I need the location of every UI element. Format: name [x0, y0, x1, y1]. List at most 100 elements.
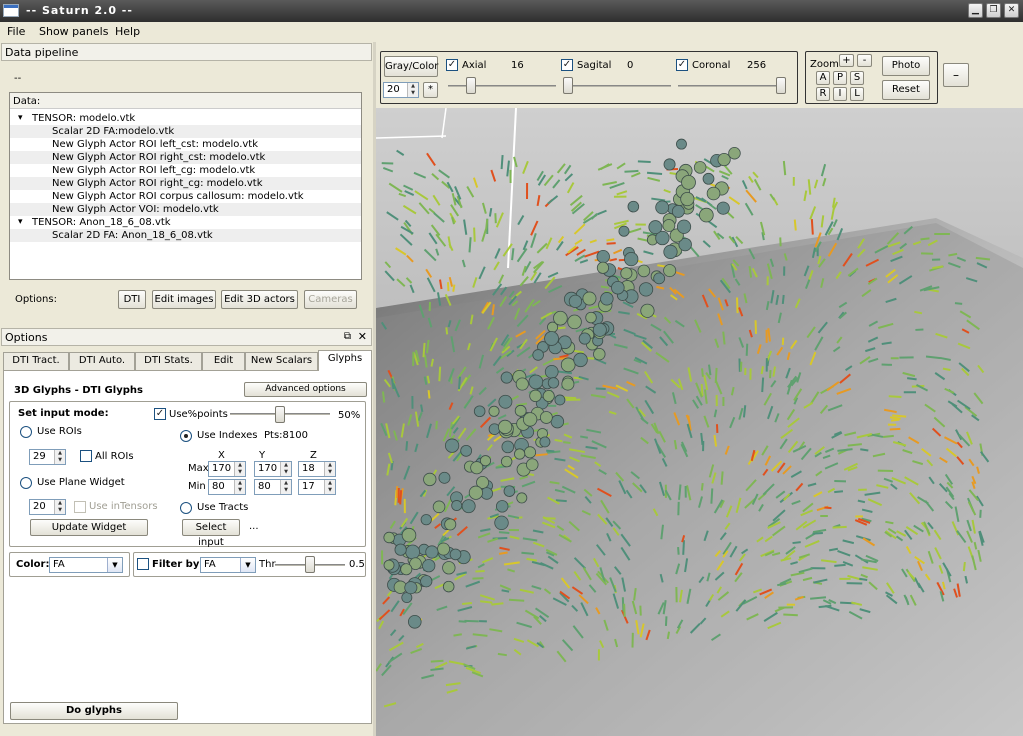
- coronal-label: Coronal: [692, 60, 731, 71]
- use-pct-points-checkbox[interactable]: ✓: [154, 408, 166, 420]
- tab-edit[interactable]: Edit: [202, 352, 245, 370]
- select-input-button[interactable]: Select input: [182, 519, 240, 548]
- reset-button[interactable]: Reset: [882, 80, 930, 100]
- roi-sphere: [624, 251, 639, 267]
- min-x-spinbox[interactable]: 80: [208, 479, 246, 495]
- maximize-button[interactable]: ❐: [986, 3, 1001, 18]
- tree-leaf[interactable]: New Glyph Actor ROI corpus callosum: mod…: [10, 190, 361, 203]
- tab-glyphs[interactable]: Glyphs: [318, 350, 372, 371]
- tab-dti-stats[interactable]: DTI Stats.: [135, 352, 202, 370]
- glyph-arrow: [427, 390, 431, 399]
- glyph-arrow: [422, 342, 426, 358]
- sagital-checkbox[interactable]: ✓: [561, 59, 573, 71]
- view-i-button[interactable]: I: [833, 87, 847, 101]
- tree-leaf[interactable]: New Glyph Actor ROI left_cst: modelo.vtk: [10, 138, 361, 151]
- menu-bar: File Show panels Help: [0, 22, 1023, 41]
- dti-button[interactable]: DTI: [118, 290, 146, 309]
- glyph-arrow: [701, 368, 704, 377]
- tab-new-scalars[interactable]: New Scalars: [245, 352, 318, 370]
- glyph-arrow: [834, 490, 844, 494]
- glyph-arrow: [812, 531, 823, 535]
- tree-leaf[interactable]: New Glyph Actor VOI: modelo.vtk: [10, 203, 361, 216]
- coronal-slider[interactable]: [776, 77, 786, 94]
- edit-3d-actors-button[interactable]: Edit 3D actors: [221, 290, 298, 309]
- expand-icon[interactable]: ▾: [18, 112, 23, 125]
- zoom-in-button[interactable]: +: [839, 54, 854, 67]
- plane-spinbox[interactable]: 20: [29, 499, 66, 515]
- 3d-viewport[interactable]: [376, 108, 1023, 736]
- col-z-label: Z: [310, 450, 317, 461]
- min-y-spinbox[interactable]: 80: [254, 479, 292, 495]
- minimize-button[interactable]: ▁: [968, 3, 983, 18]
- sagital-slider[interactable]: [563, 77, 573, 94]
- roi-sphere: [468, 485, 483, 500]
- slice-step-spinbox[interactable]: 20: [383, 82, 419, 98]
- use-indexes-radio[interactable]: [180, 430, 192, 442]
- max-x-spinbox[interactable]: 170: [208, 461, 246, 477]
- data-tree[interactable]: Data: ▾ TENSOR: modelo.vtk Scalar 2D FA:mo…: [9, 92, 362, 280]
- star-button[interactable]: *: [423, 82, 438, 98]
- pct-points-slider[interactable]: [275, 406, 285, 423]
- glyph-arrow: [606, 242, 616, 245]
- close-icon[interactable]: ✕: [358, 330, 367, 343]
- menu-file[interactable]: File: [7, 25, 25, 38]
- filter-by-checkbox[interactable]: [137, 558, 149, 570]
- expand-icon[interactable]: ▾: [18, 216, 23, 229]
- tab-dti-tract[interactable]: DTI Tract.: [3, 352, 69, 370]
- update-widget-button[interactable]: Update Widget: [30, 519, 148, 536]
- zoom-out-button[interactable]: -: [857, 54, 872, 67]
- glyph-arrow: [710, 488, 714, 504]
- float-icon[interactable]: ⧉: [344, 331, 351, 342]
- axial-slider[interactable]: [465, 77, 476, 94]
- glyph-arrow: [889, 427, 901, 431]
- roi-sphere: [637, 264, 651, 278]
- max-y-spinbox[interactable]: 170: [254, 461, 292, 477]
- tree-node[interactable]: ▾ TENSOR: modelo.vtk: [10, 112, 361, 125]
- select-input-ellipsis: ...: [249, 521, 259, 532]
- roi-sphere: [514, 404, 527, 417]
- menu-show-panels[interactable]: Show panels: [39, 25, 108, 38]
- max-z-spinbox[interactable]: 18: [298, 461, 336, 477]
- use-tracts-radio[interactable]: [180, 502, 192, 514]
- collapse-toolbar-button[interactable]: –: [943, 63, 969, 87]
- max-label: Max: [188, 463, 209, 474]
- sagital-label: Sagital: [577, 60, 612, 71]
- view-l-button[interactable]: L: [850, 87, 864, 101]
- view-r-button[interactable]: R: [816, 87, 830, 101]
- thr-slider[interactable]: [305, 556, 315, 573]
- use-plane-widget-radio[interactable]: [20, 477, 32, 489]
- edit-images-button[interactable]: Edit images: [152, 290, 216, 309]
- tree-leaf[interactable]: Scalar 2D FA:modelo.vtk: [10, 125, 361, 138]
- gray-color-button[interactable]: Gray/Color: [384, 56, 438, 77]
- tab-dti-auto[interactable]: DTI Auto.: [69, 352, 135, 370]
- close-button[interactable]: ✕: [1004, 3, 1019, 18]
- view-a-button[interactable]: A: [816, 71, 830, 85]
- tree-leaf[interactable]: New Glyph Actor ROI left_cg: modelo.vtk: [10, 164, 361, 177]
- glyph-arrow: [430, 659, 444, 663]
- roi-sphere: [542, 390, 555, 402]
- color-combo[interactable]: FA: [49, 557, 123, 573]
- advanced-options-button[interactable]: Advanced options: [244, 382, 367, 397]
- roi-sphere: [585, 311, 597, 324]
- min-z-spinbox[interactable]: 17: [298, 479, 336, 495]
- roi-spinbox[interactable]: 29: [29, 449, 66, 465]
- roi-sphere: [547, 377, 560, 389]
- photo-button[interactable]: Photo: [882, 56, 930, 76]
- do-glyphs-button[interactable]: Do glyphs: [10, 702, 178, 720]
- view-p-button[interactable]: P: [833, 71, 847, 85]
- roi-sphere: [495, 500, 509, 513]
- tree-leaf[interactable]: New Glyph Actor ROI right_cst: modelo.vt…: [10, 151, 361, 164]
- coronal-checkbox[interactable]: ✓: [676, 59, 688, 71]
- menu-help[interactable]: Help: [115, 25, 140, 38]
- glyph-arrow: [521, 551, 535, 555]
- app-icon: [3, 4, 19, 17]
- roi-sphere: [423, 472, 437, 487]
- axial-checkbox[interactable]: ✓: [446, 59, 458, 71]
- use-rois-radio[interactable]: [20, 426, 32, 438]
- tree-leaf[interactable]: New Glyph Actor ROI right_cg: modelo.vtk: [10, 177, 361, 190]
- tree-leaf[interactable]: Scalar 2D FA: Anon_18_6_08.vtk: [10, 229, 361, 242]
- view-s-button[interactable]: S: [850, 71, 864, 85]
- filter-combo[interactable]: FA: [200, 557, 256, 573]
- tree-node[interactable]: ▾ TENSOR: Anon_18_6_08.vtk: [10, 216, 361, 229]
- all-rois-checkbox[interactable]: [80, 450, 92, 462]
